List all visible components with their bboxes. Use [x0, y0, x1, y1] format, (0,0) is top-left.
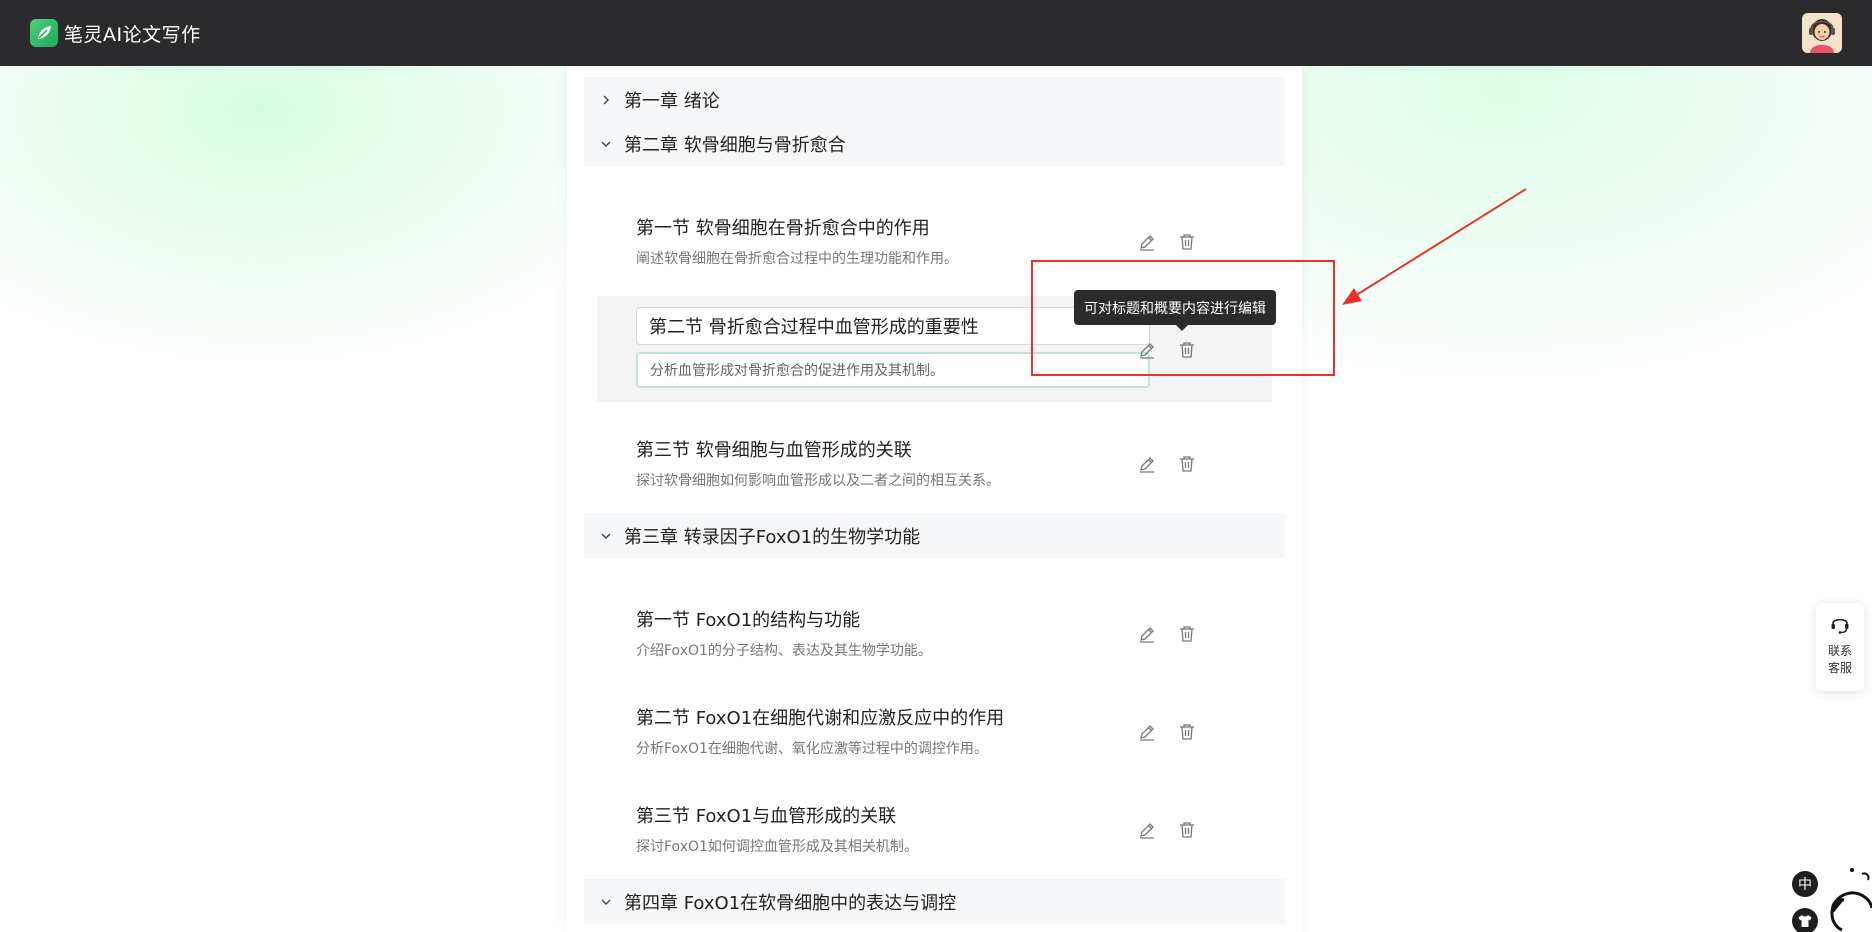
support-label: 联系客服: [1827, 644, 1852, 675]
user-avatar[interactable]: [1802, 13, 1842, 53]
section-title: 第三节 FoxO1与血管形成的关联: [636, 806, 897, 827]
pencil-icon[interactable]: [1135, 622, 1159, 646]
section-desc: 介绍FoxO1的分子结构、表达及其生物学功能。: [636, 643, 932, 659]
section-desc: 阐述软骨细胞在骨折愈合过程中的生理功能和作用。: [636, 251, 958, 267]
chapter-title: 第三章 转录因子FoxO1的生物学功能: [624, 526, 921, 548]
trash-icon[interactable]: [1175, 818, 1199, 842]
tshirt-icon[interactable]: [1792, 908, 1818, 932]
section-title: 第三节 软骨细胞与血管形成的关联: [636, 440, 912, 461]
section-desc: 探讨FoxO1如何调控血管形成及其相关机制。: [636, 839, 918, 855]
chapter-title: 第二章 软骨细胞与骨折愈合: [624, 134, 846, 156]
chevron-down-icon[interactable]: [596, 530, 616, 542]
chapter-title: 第一章 绪论: [624, 90, 720, 112]
trash-icon[interactable]: [1175, 452, 1199, 476]
pencil-icon[interactable]: [1135, 452, 1159, 476]
trash-icon[interactable]: [1175, 720, 1199, 744]
top-bar: 笔灵AI论文写作: [0, 0, 1872, 66]
section-row[interactable]: 第二节 FoxO1在细胞代谢和应激反应中的作用 分析FoxO1在细胞代谢、氧化应…: [597, 684, 1272, 784]
section-title: 第一节 软骨细胞在骨折愈合中的作用: [636, 218, 930, 239]
section-row[interactable]: 第三节 FoxO1与血管形成的关联 探讨FoxO1如何调控血管形成及其相关机制。: [597, 782, 1272, 882]
annotation-highlight-box: [1031, 260, 1335, 376]
section-desc: 分析FoxO1在细胞代谢、氧化应激等过程中的调控作用。: [636, 741, 988, 757]
brand-name[interactable]: 笔灵AI论文写作: [64, 20, 201, 47]
customer-support-widget[interactable]: 联系客服: [1816, 603, 1864, 691]
chapter-row-1[interactable]: 第一章 绪论: [584, 77, 1285, 122]
section-row[interactable]: 第一节 FoxO1的结构与功能 介绍FoxO1的分子结构、表达及其生物学功能。: [597, 586, 1272, 686]
chevron-down-icon[interactable]: [596, 138, 616, 150]
language-switch-button[interactable]: 中: [1792, 871, 1818, 897]
section-desc: 探讨软骨细胞如何影响血管形成以及二者之间的相互关系。: [636, 473, 1000, 489]
mascot-figure-icon: [1830, 868, 1872, 932]
trash-icon[interactable]: [1175, 230, 1199, 254]
annotation-arrow-icon: [1342, 188, 1527, 305]
chapter-row-3[interactable]: 第三章 转录因子FoxO1的生物学功能: [584, 513, 1285, 558]
chevron-down-icon[interactable]: [596, 896, 616, 908]
chapter-row-2[interactable]: 第二章 软骨细胞与骨折愈合: [584, 121, 1285, 166]
section-row[interactable]: 第三节 软骨细胞与血管形成的关联 探讨软骨细胞如何影响血管形成以及二者之间的相互…: [597, 416, 1272, 516]
pencil-icon[interactable]: [1135, 720, 1159, 744]
section-title: 第一节 FoxO1的结构与功能: [636, 610, 861, 631]
chapter-title: 第四章 FoxO1在软骨细胞中的表达与调控: [624, 892, 957, 914]
outline-panel: 第一章 绪论 第二章 软骨细胞与骨折愈合 第一节 软骨细胞在骨折愈合中的作用 阐…: [567, 66, 1302, 932]
section-title: 第二节 FoxO1在细胞代谢和应激反应中的作用: [636, 708, 1005, 729]
chevron-right-icon[interactable]: [596, 94, 616, 106]
pencil-icon[interactable]: [1135, 818, 1159, 842]
trash-icon[interactable]: [1175, 622, 1199, 646]
pencil-icon[interactable]: [1135, 230, 1159, 254]
leaf-logo-icon[interactable]: [30, 19, 58, 47]
headset-icon: [1829, 613, 1851, 639]
chapter-row-4[interactable]: 第四章 FoxO1在软骨细胞中的表达与调控: [584, 879, 1285, 924]
